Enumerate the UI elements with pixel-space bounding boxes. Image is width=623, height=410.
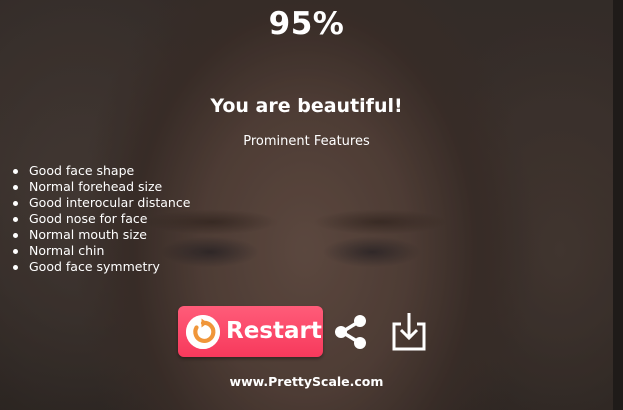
verdict-text: You are beautiful! — [210, 95, 403, 117]
result-screen: 95% You are beautiful! Prominent Feature… — [0, 0, 623, 410]
list-item: Good face symmetry — [12, 259, 190, 275]
bullet-icon — [13, 265, 18, 270]
restart-button[interactable]: Restart — [178, 306, 323, 357]
page-edge — [613, 0, 623, 410]
feature-label: Good nose for face — [29, 211, 148, 226]
list-item: Normal chin — [12, 243, 190, 259]
list-item: Normal mouth size — [12, 227, 190, 243]
features-list: Good face shape Normal forehead size Goo… — [12, 163, 190, 275]
feature-label: Good interocular distance — [29, 195, 191, 210]
feature-label: Normal forehead size — [29, 179, 163, 194]
bullet-icon — [13, 169, 18, 174]
bullet-icon — [13, 185, 18, 190]
score-percent: 95% — [268, 6, 345, 42]
bullet-icon — [13, 201, 18, 206]
download-icon — [392, 313, 426, 351]
list-item: Good nose for face — [12, 211, 190, 227]
share-button[interactable] — [331, 312, 371, 352]
bullet-icon — [13, 233, 18, 238]
bullet-icon — [13, 249, 18, 254]
bullet-icon — [13, 217, 18, 222]
feature-label: Good face symmetry — [29, 259, 160, 274]
features-title: Prominent Features — [243, 134, 370, 149]
list-item: Good interocular distance — [12, 195, 190, 211]
list-item: Good face shape — [12, 163, 190, 179]
share-icon — [335, 315, 366, 349]
restart-icon — [186, 315, 220, 349]
list-item: Normal forehead size — [12, 179, 190, 195]
feature-label: Normal chin — [29, 243, 105, 258]
restart-label: Restart — [226, 318, 322, 344]
site-url: www.PrettyScale.com — [229, 374, 384, 389]
feature-label: Good face shape — [29, 163, 135, 178]
download-button[interactable] — [391, 310, 427, 352]
feature-label: Normal mouth size — [29, 227, 147, 242]
